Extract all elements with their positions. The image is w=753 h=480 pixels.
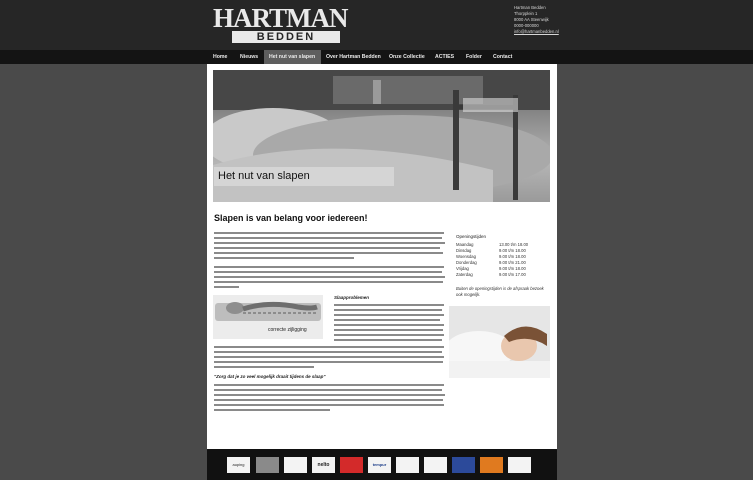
brand-logo[interactable]: nelto	[312, 457, 335, 473]
paragraph-line	[214, 247, 440, 249]
logo-wordmark: HARTMAN	[213, 3, 349, 33]
paragraph-line	[334, 309, 442, 311]
nav-item-acties[interactable]: ACTIES	[431, 50, 461, 64]
paragraph-line	[214, 404, 444, 406]
header-contact: Hartman Bedden Thorpplein 1 8000 AA Stee…	[514, 5, 559, 35]
paragraph-line	[214, 389, 442, 391]
nav-item-over-hartman-bedden[interactable]: Over Hartman Bedden	[322, 50, 386, 64]
paragraph-line	[334, 334, 444, 336]
nav-item-folder[interactable]: Folder	[462, 50, 490, 64]
quote-text: "Zorg dat je zo veel mogelijk draait tij…	[214, 374, 326, 379]
hartman-bedden-logo[interactable]: HARTMAN BEDDEN	[213, 5, 349, 43]
paragraph-line	[214, 276, 445, 278]
brand-logo[interactable]: tempur	[368, 457, 391, 473]
hours-row: Zaterdag 9.00 t/m 17.00	[456, 272, 534, 278]
sleeping-woman-illustration	[449, 306, 550, 378]
paragraph-line	[214, 281, 443, 283]
hours-time: 9.00 t/m 17.00	[499, 272, 526, 277]
brand-logo[interactable]	[480, 457, 503, 473]
brand-logo[interactable]	[508, 457, 531, 473]
paragraph-line	[334, 314, 444, 316]
paragraph-line	[214, 399, 443, 401]
brand-logo[interactable]	[340, 457, 363, 473]
page-title: Slapen is van belang voor iedereen!	[214, 213, 368, 223]
paragraph-line	[214, 237, 442, 239]
paragraph-line	[214, 366, 314, 368]
brand-logo[interactable]: auping	[227, 457, 250, 473]
paragraph-line	[214, 286, 239, 288]
nav-item-onze-collectie[interactable]: Onze Collectie	[385, 50, 433, 64]
sleeping-woman-photo	[449, 306, 550, 378]
paragraph-line	[214, 361, 443, 363]
header-bar	[0, 0, 753, 50]
paragraph-line	[214, 232, 444, 234]
nav-item-nieuws[interactable]: Nieuws	[236, 50, 266, 64]
paragraph-line	[214, 351, 442, 353]
brand-logo[interactable]	[284, 457, 307, 473]
paragraph-line	[334, 324, 444, 326]
paragraph-line	[214, 384, 444, 386]
paragraph-line	[214, 409, 330, 411]
section-subheading: Slaapproblemen	[334, 295, 370, 300]
appointment-note: Buiten de openingstijden is de afspraak …	[456, 286, 544, 297]
paragraph-line	[214, 252, 443, 254]
nav-item-contact[interactable]: Contact	[489, 50, 521, 64]
hours-day: Zaterdag	[456, 272, 473, 277]
paragraph-line	[214, 346, 444, 348]
brand-logo[interactable]	[452, 457, 475, 473]
contact-email-link[interactable]: info@hartmanbedden.nl	[514, 29, 559, 35]
brand-logo[interactable]	[396, 457, 419, 473]
paragraph-line	[214, 257, 354, 259]
paragraph-line	[214, 242, 445, 244]
figure-caption: correcte zijligging	[268, 327, 307, 333]
paragraph-line	[214, 394, 445, 396]
paragraph-line	[334, 304, 444, 306]
paragraph-line	[214, 266, 444, 268]
paragraph-line	[214, 356, 444, 358]
nav-item-home[interactable]: Home	[208, 50, 237, 64]
logo-subtitle: BEDDEN	[232, 31, 340, 43]
paragraph-line	[334, 329, 443, 331]
brand-logo[interactable]	[256, 457, 279, 473]
paragraph-line	[334, 339, 442, 341]
paragraph-line	[334, 319, 440, 321]
nav-item-het-nut-van-slapen[interactable]: Het nut van slapen	[264, 50, 321, 64]
hero-caption: Het nut van slapen	[214, 167, 394, 186]
opening-hours-title: Openingstijden	[456, 234, 487, 239]
paragraph-line	[214, 271, 442, 273]
brand-logo[interactable]	[424, 457, 447, 473]
